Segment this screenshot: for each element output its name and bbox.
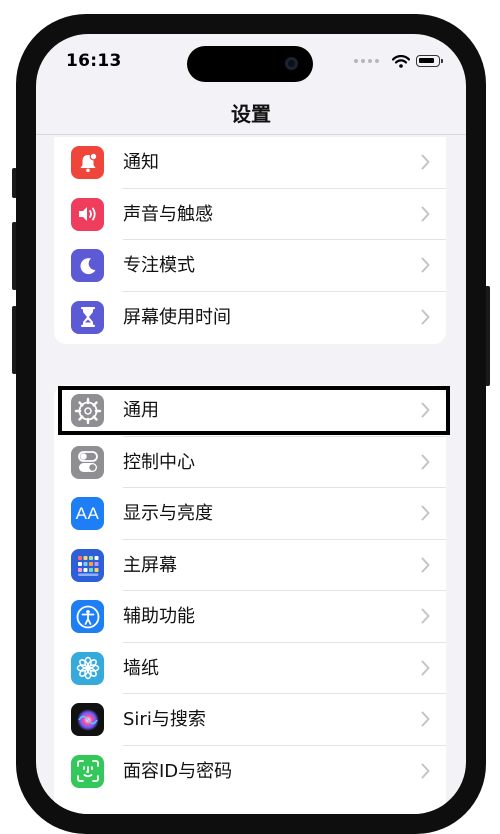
home-grid-icon	[71, 548, 104, 582]
accessibility-icon	[71, 600, 104, 633]
status-icons	[354, 54, 443, 68]
settings-screen: 16:13 设置 通知 声音与触感 专注模式 屏幕使用时间 通用 控制中心 AA…	[36, 34, 466, 814]
settings-row-wallpaper[interactable]: 墙纸	[54, 643, 446, 694]
settings-row-notifications[interactable]: 通知	[54, 137, 446, 189]
nav-divider	[36, 134, 466, 135]
settings-row-label: 声音与触感	[123, 203, 213, 225]
settings-row-label: 专注模式	[123, 255, 195, 276]
settings-row-label: 屏幕使用时间	[123, 306, 231, 328]
camera-icon	[285, 57, 298, 70]
aa-text-icon: AA	[71, 497, 104, 530]
chevron-right-icon	[421, 154, 430, 170]
status-bar: 16:13	[36, 34, 466, 86]
hourglass-icon	[71, 300, 104, 334]
settings-row-label: 主屏幕	[123, 554, 177, 576]
settings-row-label: 通用	[123, 400, 159, 421]
chevron-right-icon	[421, 608, 430, 624]
settings-row-label: 控制中心	[123, 451, 195, 473]
status-time: 16:13	[66, 51, 122, 71]
settings-row-focus[interactable]: 专注模式	[54, 240, 446, 292]
toggle-icon	[71, 445, 104, 479]
settings-row-control-center[interactable]: 控制中心	[54, 437, 446, 488]
settings-row-sounds-haptics[interactable]: 声音与触感	[54, 189, 446, 240]
battery-icon	[416, 55, 443, 67]
settings-row-face-id-passcode[interactable]: 面容ID与密码	[54, 746, 446, 798]
settings-row-label: 墙纸	[123, 657, 159, 679]
settings-row-screen-time[interactable]: 屏幕使用时间	[54, 292, 446, 344]
signal-dots-icon	[354, 59, 382, 63]
face-id-icon	[71, 754, 104, 788]
aa-icon-text: AA	[75, 503, 100, 523]
settings-row-display-brightness[interactable]: AA 显示与亮度	[54, 488, 446, 540]
chevron-right-icon	[421, 257, 430, 273]
chevron-right-icon	[421, 309, 430, 324]
settings-row-label: 通知	[123, 152, 159, 173]
settings-row-accessibility[interactable]: 辅助功能	[54, 591, 446, 643]
dynamic-island	[187, 46, 313, 82]
settings-row-label: Siri与搜索	[123, 709, 206, 730]
chevron-right-icon	[421, 454, 430, 469]
chevron-right-icon	[421, 711, 430, 727]
chevron-right-icon	[421, 206, 430, 221]
wifi-icon	[392, 54, 410, 68]
settings-group-notifications: 通知 声音与触感 专注模式 屏幕使用时间	[54, 137, 446, 344]
chevron-right-icon	[421, 763, 430, 778]
chevron-right-icon	[421, 505, 430, 521]
settings-row-home-screen[interactable]: 主屏幕	[54, 540, 446, 591]
chevron-right-icon	[421, 557, 430, 572]
siri-icon	[71, 703, 104, 736]
moon-icon	[71, 249, 104, 282]
page-title: 设置	[231, 102, 271, 126]
speaker-icon	[71, 197, 104, 231]
settings-row-siri-search[interactable]: Siri与搜索	[54, 694, 446, 746]
settings-row-label: 显示与亮度	[123, 503, 213, 524]
settings-row-label: 辅助功能	[123, 606, 195, 627]
flower-icon	[71, 651, 104, 685]
chevron-right-icon	[421, 402, 430, 418]
bell-badge-icon	[71, 146, 104, 179]
gear-icon	[71, 394, 104, 427]
chevron-right-icon	[421, 660, 430, 675]
settings-row-general[interactable]: 通用	[54, 385, 446, 437]
settings-group-general: 通用 控制中心 AA 显示与亮度 主屏幕 辅助功能 墙纸 Siri与搜索 面容I…	[54, 385, 446, 814]
settings-row-label: 面容ID与密码	[123, 760, 233, 782]
